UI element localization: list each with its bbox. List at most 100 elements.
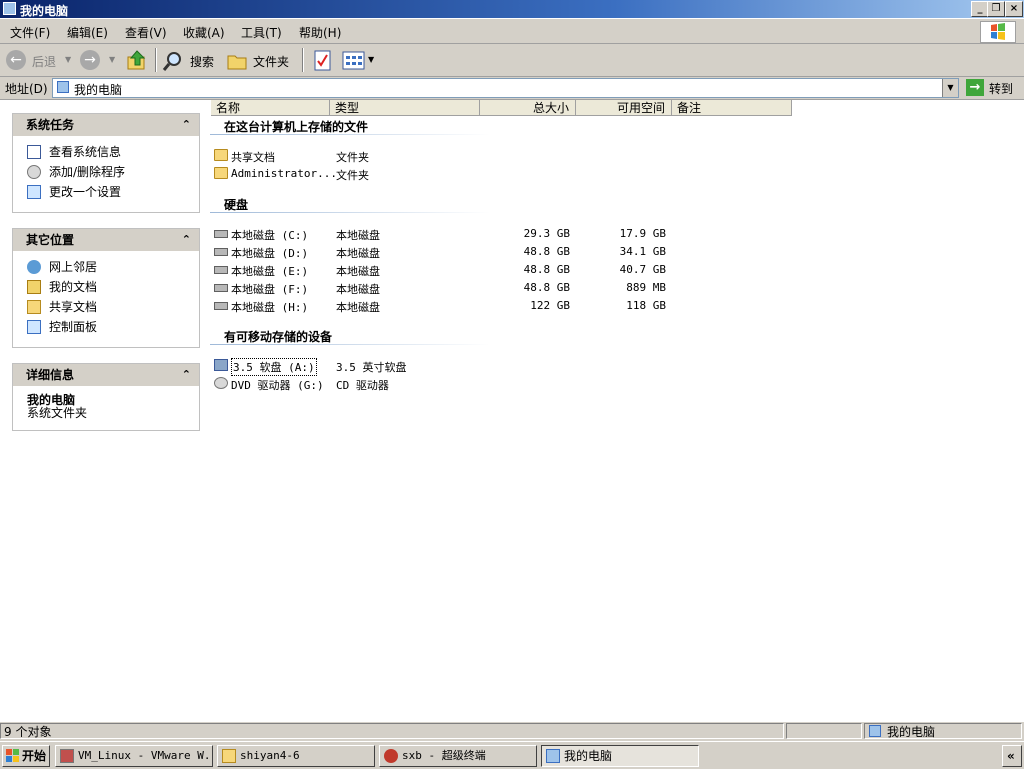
- group-divider: [210, 134, 490, 135]
- taskbar-item-hyperterminal[interactable]: sxb - 超级终端: [379, 745, 537, 767]
- item-name: 本地磁盘 (F:): [231, 283, 309, 296]
- list-item[interactable]: 本地磁盘 (F:) 本地磁盘 48.8 GB 889 MB: [212, 278, 672, 296]
- item-free-space: 118 GB: [626, 299, 666, 312]
- task-label: shiyan4-6: [240, 749, 300, 762]
- folder-icon: [214, 149, 228, 161]
- search-icon[interactable]: [162, 50, 184, 72]
- item-total-size: 122 GB: [530, 299, 570, 312]
- hard-disk-icon: [214, 266, 228, 274]
- menu-view[interactable]: 查看(V): [125, 24, 167, 41]
- list-item[interactable]: 本地磁盘 (H:) 本地磁盘 122 GB 118 GB: [212, 296, 672, 314]
- address-dropdown-button[interactable]: ▼: [942, 79, 958, 97]
- back-button[interactable]: 后退: [32, 53, 56, 70]
- task-label: 更改一个设置: [49, 185, 122, 199]
- column-header-free-space[interactable]: 可用空间: [576, 100, 672, 116]
- folder-icon[interactable]: [226, 51, 248, 71]
- task-label: 查看系统信息: [49, 145, 122, 159]
- list-item[interactable]: 本地磁盘 (D:) 本地磁盘 48.8 GB 34.1 GB: [212, 242, 672, 260]
- list-item[interactable]: 共享文档 文件夹: [212, 146, 672, 164]
- details-header[interactable]: 详细信息 ⌃: [13, 364, 199, 386]
- taskbar-item-shiyan[interactable]: shiyan4-6: [217, 745, 375, 767]
- menu-edit[interactable]: 编辑(E): [67, 24, 108, 41]
- checklist-icon[interactable]: [313, 50, 333, 72]
- column-header-comments[interactable]: 备注: [672, 100, 792, 116]
- menu-tools[interactable]: 工具(T): [241, 24, 282, 41]
- windows-logo-icon: [980, 21, 1016, 43]
- back-arrow-icon[interactable]: ←: [6, 50, 26, 70]
- place-control-panel[interactable]: 控制面板: [13, 317, 199, 337]
- menu-bar: 文件(F) 编辑(E) 查看(V) 收藏(A) 工具(T) 帮助(H): [0, 19, 1024, 44]
- chevron-down-icon[interactable]: ▼: [65, 55, 71, 64]
- other-places-header[interactable]: 其它位置 ⌃: [13, 229, 199, 251]
- item-name: DVD 驱动器 (G:): [231, 379, 324, 392]
- task-view-system-info[interactable]: 查看系统信息: [13, 142, 199, 162]
- view-grid-icon[interactable]: [342, 51, 366, 71]
- taskbar-item-my-computer[interactable]: 我的电脑: [541, 745, 699, 767]
- list-item[interactable]: DVD 驱动器 (G:) CD 驱动器: [212, 374, 672, 392]
- item-total-size: 48.8 GB: [523, 281, 570, 294]
- status-empty-cell: [786, 723, 862, 739]
- item-name: 本地磁盘 (D:): [231, 247, 309, 260]
- forward-arrow-icon[interactable]: →: [80, 50, 100, 70]
- task-label: VM_Linux - VMware W...: [78, 749, 213, 762]
- go-arrow-icon[interactable]: →: [966, 79, 984, 96]
- menu-help[interactable]: 帮助(H): [299, 24, 341, 41]
- folders-button[interactable]: 文件夹: [253, 53, 289, 70]
- place-my-documents[interactable]: 我的文档: [13, 277, 199, 297]
- list-item[interactable]: 3.5 软盘 (A:) 3.5 英寸软盘: [212, 356, 672, 376]
- column-header-type[interactable]: 类型: [330, 100, 480, 116]
- collapse-chevron-icon[interactable]: ⌃: [182, 114, 191, 136]
- item-free-space: 34.1 GB: [619, 245, 666, 258]
- item-name: 本地磁盘 (C:): [231, 229, 309, 242]
- item-total-size: 29.3 GB: [523, 227, 570, 240]
- restore-button[interactable]: ❐: [987, 1, 1005, 17]
- place-label: 共享文档: [49, 300, 98, 314]
- panel-title: 详细信息: [26, 368, 75, 382]
- group-header-hard-disks: 硬盘: [224, 198, 249, 212]
- control-panel-icon: [27, 320, 41, 334]
- folder-icon: [222, 749, 236, 763]
- task-add-remove-programs[interactable]: 添加/删除程序: [13, 162, 199, 182]
- group-header-stored-files: 在这台计算机上存储的文件: [224, 120, 369, 134]
- status-location: 我的电脑: [887, 725, 936, 739]
- list-item[interactable]: Administrator... 文件夹: [212, 164, 672, 182]
- details-panel: 详细信息 ⌃ 我的电脑 系统文件夹: [12, 363, 200, 431]
- hard-disk-icon: [214, 302, 228, 310]
- place-network[interactable]: 网上邻居: [13, 257, 199, 277]
- address-input[interactable]: 我的电脑 ▼: [52, 78, 959, 98]
- item-type: 本地磁盘: [336, 301, 380, 314]
- group-divider: [210, 344, 490, 345]
- task-change-setting[interactable]: 更改一个设置: [13, 182, 199, 202]
- list-item[interactable]: 本地磁盘 (C:) 本地磁盘 29.3 GB 17.9 GB: [212, 224, 672, 242]
- column-header-total-size[interactable]: 总大小: [480, 100, 576, 116]
- menu-file[interactable]: 文件(F): [10, 24, 50, 41]
- column-header-name[interactable]: 名称: [211, 100, 330, 116]
- taskbar-item-vmware[interactable]: VM_Linux - VMware W...: [55, 745, 213, 767]
- item-type: 本地磁盘: [336, 265, 380, 278]
- task-label: sxb - 超级终端: [402, 749, 486, 762]
- window-title: 我的电脑: [20, 4, 69, 18]
- start-button[interactable]: 开始: [2, 745, 50, 767]
- chevron-down-icon[interactable]: ▼: [368, 55, 374, 64]
- settings-icon: [27, 185, 41, 199]
- task-label: 我的电脑: [564, 749, 613, 763]
- collapse-chevron-icon[interactable]: ⌃: [182, 229, 191, 251]
- collapse-chevron-icon[interactable]: ⌃: [182, 364, 191, 386]
- item-name: Administrator...: [231, 167, 337, 180]
- chevron-down-icon[interactable]: ▼: [109, 55, 115, 64]
- address-value: 我的电脑: [74, 83, 123, 97]
- search-button[interactable]: 搜索: [190, 53, 214, 70]
- up-folder-icon[interactable]: [126, 49, 148, 71]
- place-shared-documents[interactable]: 共享文档: [13, 297, 199, 317]
- taskbar-expand-button[interactable]: «: [1002, 745, 1022, 767]
- item-type: 文件夹: [336, 169, 369, 182]
- go-button[interactable]: 转到: [989, 80, 1013, 97]
- menu-favorites[interactable]: 收藏(A): [183, 24, 225, 41]
- address-label: 地址(D): [5, 82, 48, 96]
- close-button[interactable]: ×: [1005, 1, 1023, 17]
- title-bar: 我的电脑 _ ❐ ×: [0, 0, 1024, 18]
- item-free-space: 17.9 GB: [619, 227, 666, 240]
- toolbar: ← 后退 ▼ → ▼ 搜索 文件夹 ▼: [0, 44, 1024, 77]
- system-tasks-header[interactable]: 系统任务 ⌃: [13, 114, 199, 136]
- list-item[interactable]: 本地磁盘 (E:) 本地磁盘 48.8 GB 40.7 GB: [212, 260, 672, 278]
